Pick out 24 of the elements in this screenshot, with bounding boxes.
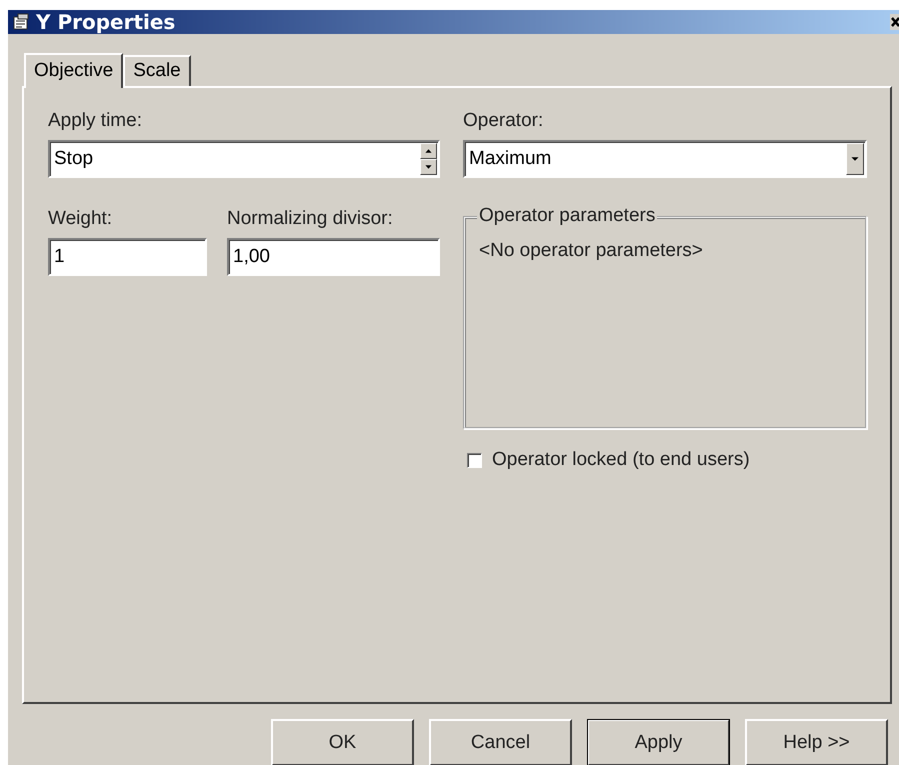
properties-icon [12,13,30,31]
checkbox[interactable] [467,452,482,468]
tab[interactable]: Objective [24,53,124,88]
close-icon[interactable] [890,14,899,30]
tab[interactable]: Scale [123,55,191,86]
spin-down-icon[interactable] [420,159,437,175]
spin-up-icon[interactable] [420,143,437,159]
caret-icon[interactable] [846,143,864,175]
field-label: Operator: [463,110,544,133]
dropdown[interactable]: Maximum [463,140,867,178]
input-field[interactable]: 1 [48,238,207,276]
dialog-button[interactable]: Apply [587,719,730,765]
field-label: Apply time: [48,110,143,133]
spin-field[interactable]: Stop [48,140,440,178]
dialog-button[interactable]: OK [271,719,414,765]
checkbox-label: Operator locked (to end users) [492,449,750,471]
field-label: Weight: [48,208,114,231]
group-title: Operator parameters [477,205,658,227]
window-title: Y Properties [36,10,176,34]
empty-message: <No operator parameters> [479,240,703,261]
dialog-button[interactable]: Cancel [429,719,572,765]
input-field[interactable]: 1,00 [227,238,440,276]
dialog-button[interactable]: Help >> [745,719,888,765]
field-label: Normalizing divisor: [227,208,394,231]
